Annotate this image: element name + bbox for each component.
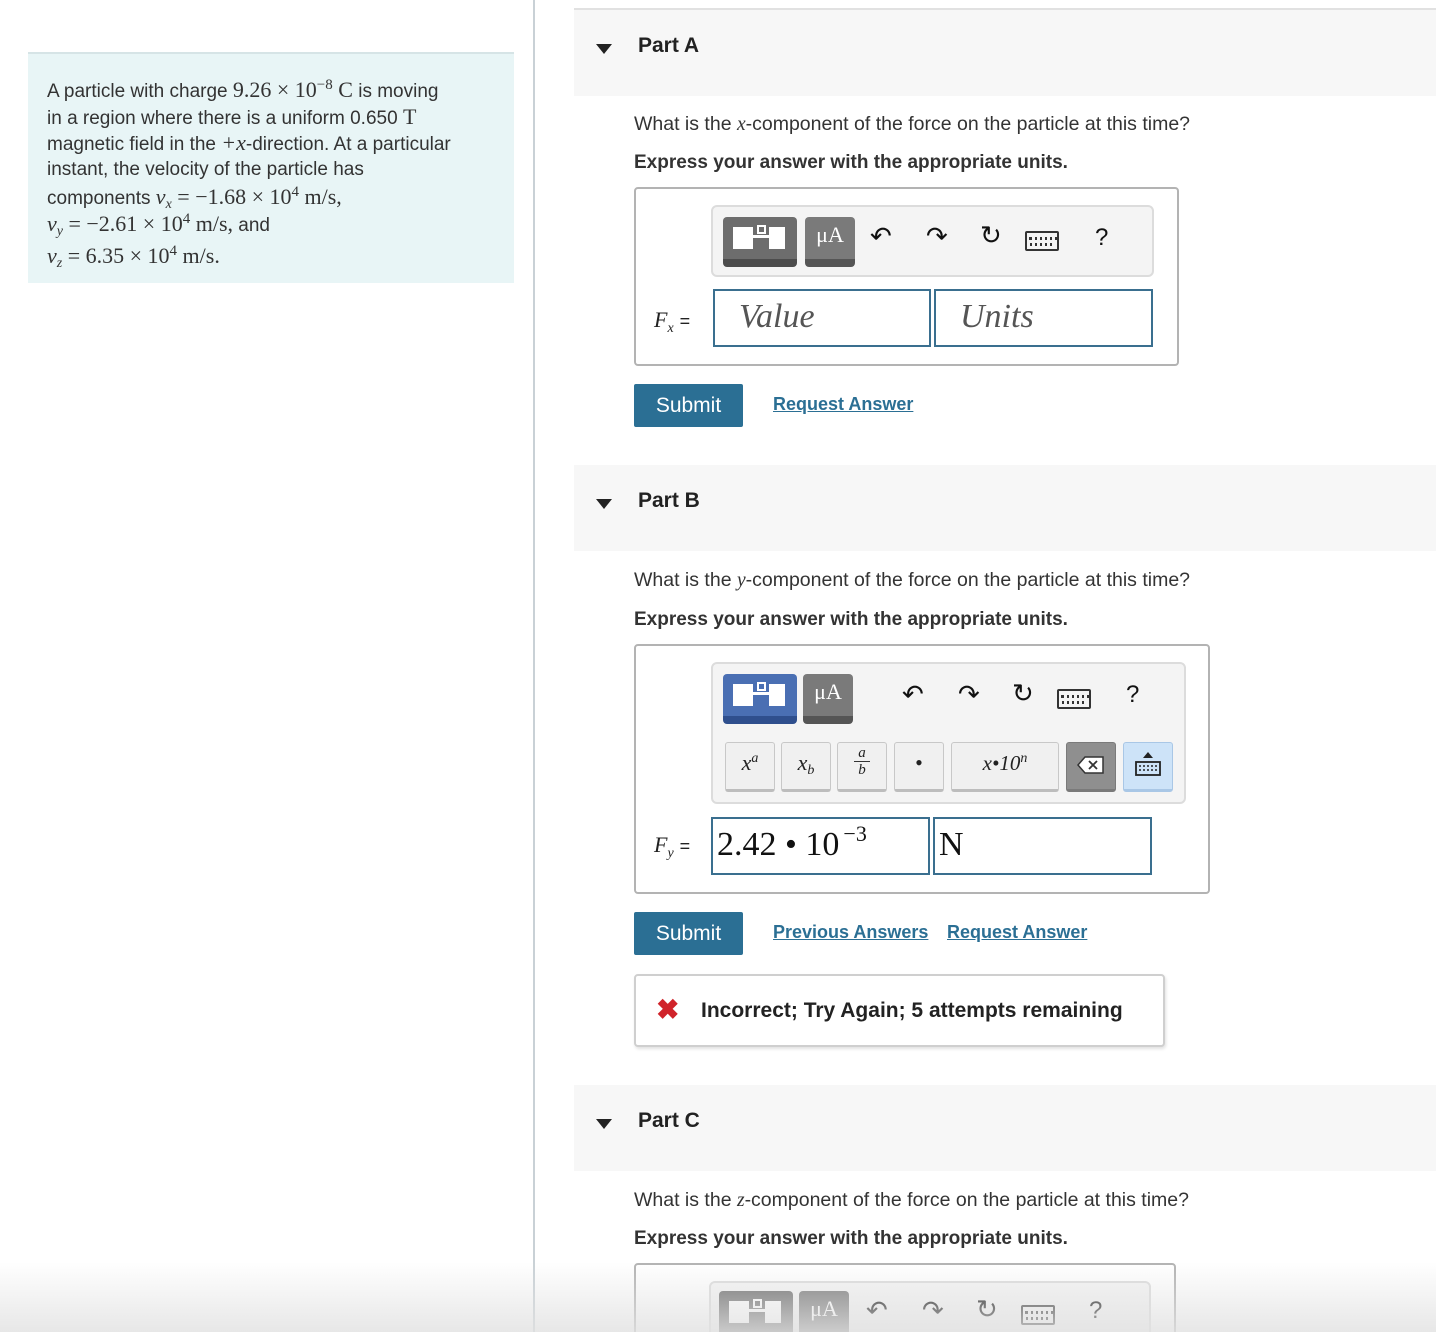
keyboard-icon[interactable] <box>1025 231 1059 251</box>
part-a-instruction: Express your answer with the appropriate… <box>634 152 1068 173</box>
collapse-triangle-icon[interactable] <box>596 1119 612 1129</box>
problem-line-6: vy = −2.61 × 104 m/s, and <box>47 210 270 239</box>
keyboard-icon[interactable] <box>1057 689 1091 709</box>
part-b-toolbar: μA ↶ ↷ ↻ ? xa xb ab • x•10n <box>711 662 1186 804</box>
part-b-header[interactable]: Part B <box>574 465 1436 551</box>
fraction-button[interactable]: ab <box>837 742 887 792</box>
part-b-answer-box: μA ↶ ↷ ↻ ? xa xb ab • x•10n Fy = 2.42 • 1… <box>634 644 1210 894</box>
subscript-button[interactable]: xb <box>781 742 831 792</box>
reset-icon[interactable]: ↻ <box>1012 680 1034 706</box>
part-b-title: Part B <box>638 489 700 512</box>
units-mu-a-icon[interactable]: μA <box>799 1291 849 1332</box>
superscript-button[interactable]: xa <box>725 742 775 792</box>
part-a-request-answer-link[interactable]: Request Answer <box>773 394 913 415</box>
problem-line-1: A particle with charge 9.26 × 10−8 C is … <box>47 77 439 102</box>
part-a-title: Part A <box>638 34 700 57</box>
part-b-submit-button[interactable]: Submit <box>634 912 743 955</box>
part-b-question: What is the y-component of the force on … <box>634 569 1191 591</box>
part-b-request-answer-link[interactable]: Request Answer <box>947 922 1087 943</box>
templates-icon[interactable] <box>719 1291 793 1332</box>
part-c-answer-box: μA ↶ ↷ ↻ ? <box>634 1263 1176 1332</box>
collapse-triangle-icon[interactable] <box>596 44 612 54</box>
part-c-instruction: Express your answer with the appropriate… <box>634 1228 1068 1249</box>
reset-icon[interactable]: ↻ <box>976 1296 998 1322</box>
scientific-notation-button[interactable]: x•10n <box>951 742 1059 792</box>
problem-line-3: magnetic field in the +x-direction. At a… <box>47 130 451 155</box>
redo-icon[interactable]: ↷ <box>922 1297 944 1323</box>
redo-icon[interactable]: ↷ <box>926 223 948 249</box>
keyboard-icon[interactable] <box>1021 1305 1055 1325</box>
undo-icon[interactable]: ↶ <box>866 1297 888 1323</box>
part-a-question: What is the x-component of the force on … <box>634 113 1191 135</box>
value-input[interactable]: Value <box>713 289 931 347</box>
part-b-instruction: Express your answer with the appropriate… <box>634 609 1068 630</box>
collapse-triangle-icon[interactable] <box>596 499 612 509</box>
problem-line-5: components vx = −1.68 × 104 m/s, <box>47 184 342 212</box>
reset-icon[interactable]: ↻ <box>980 222 1002 248</box>
units-mu-a-icon[interactable]: μA <box>805 217 855 267</box>
previous-answers-link[interactable]: Previous Answers <box>773 922 928 943</box>
part-c-title: Part C <box>638 1109 700 1132</box>
problem-line-2: in a region where there is a uniform 0.6… <box>47 103 417 129</box>
part-a-header[interactable]: Part A <box>574 10 1436 96</box>
help-icon[interactable]: ? <box>1095 224 1108 252</box>
part-c-header[interactable]: Part C <box>574 1085 1436 1171</box>
units-input[interactable]: Units <box>934 289 1153 347</box>
part-b-eq-label: Fy = <box>654 832 691 861</box>
units-mu-a-icon[interactable]: μA <box>803 674 853 724</box>
undo-icon[interactable]: ↶ <box>870 223 892 249</box>
delete-icon[interactable] <box>1066 742 1116 792</box>
part-a-answer-box: μA ↶ ↷ ↻ ? Fx = Value Units <box>634 187 1179 366</box>
templates-icon[interactable] <box>723 674 797 724</box>
problem-line-7: vz = 6.35 × 104 m/s. <box>47 243 220 271</box>
value-input[interactable]: 2.42 • 10 −3 <box>711 817 930 875</box>
problem-statement: A particle with charge 9.26 × 10−8 C is … <box>28 52 514 283</box>
part-a-toolbar: μA ↶ ↷ ↻ ? <box>711 205 1154 277</box>
incorrect-x-icon: ✖ <box>656 994 680 1025</box>
help-icon[interactable]: ? <box>1126 681 1139 709</box>
undo-icon[interactable]: ↶ <box>902 681 924 707</box>
redo-icon[interactable]: ↷ <box>958 681 980 707</box>
problem-line-4: instant, the velocity of the particle ha… <box>47 158 364 180</box>
feedback-box: ✖ Incorrect; Try Again; 5 attempts remai… <box>634 974 1165 1047</box>
part-a-submit-button[interactable]: Submit <box>634 384 743 427</box>
part-a-eq-label: Fx = <box>654 307 691 336</box>
help-icon[interactable]: ? <box>1089 1297 1102 1325</box>
keypad-toggle-icon[interactable] <box>1123 742 1173 792</box>
feedback-message: Incorrect; Try Again; 5 attempts remaini… <box>701 999 1123 1022</box>
part-c-toolbar: μA ↶ ↷ ↻ ? <box>709 1281 1151 1332</box>
column-divider <box>533 0 535 1332</box>
dot-button[interactable]: • <box>894 742 944 792</box>
templates-icon[interactable] <box>723 217 797 267</box>
part-c-question: What is the z-component of the force on … <box>634 1189 1189 1211</box>
units-input[interactable]: N <box>933 817 1152 875</box>
